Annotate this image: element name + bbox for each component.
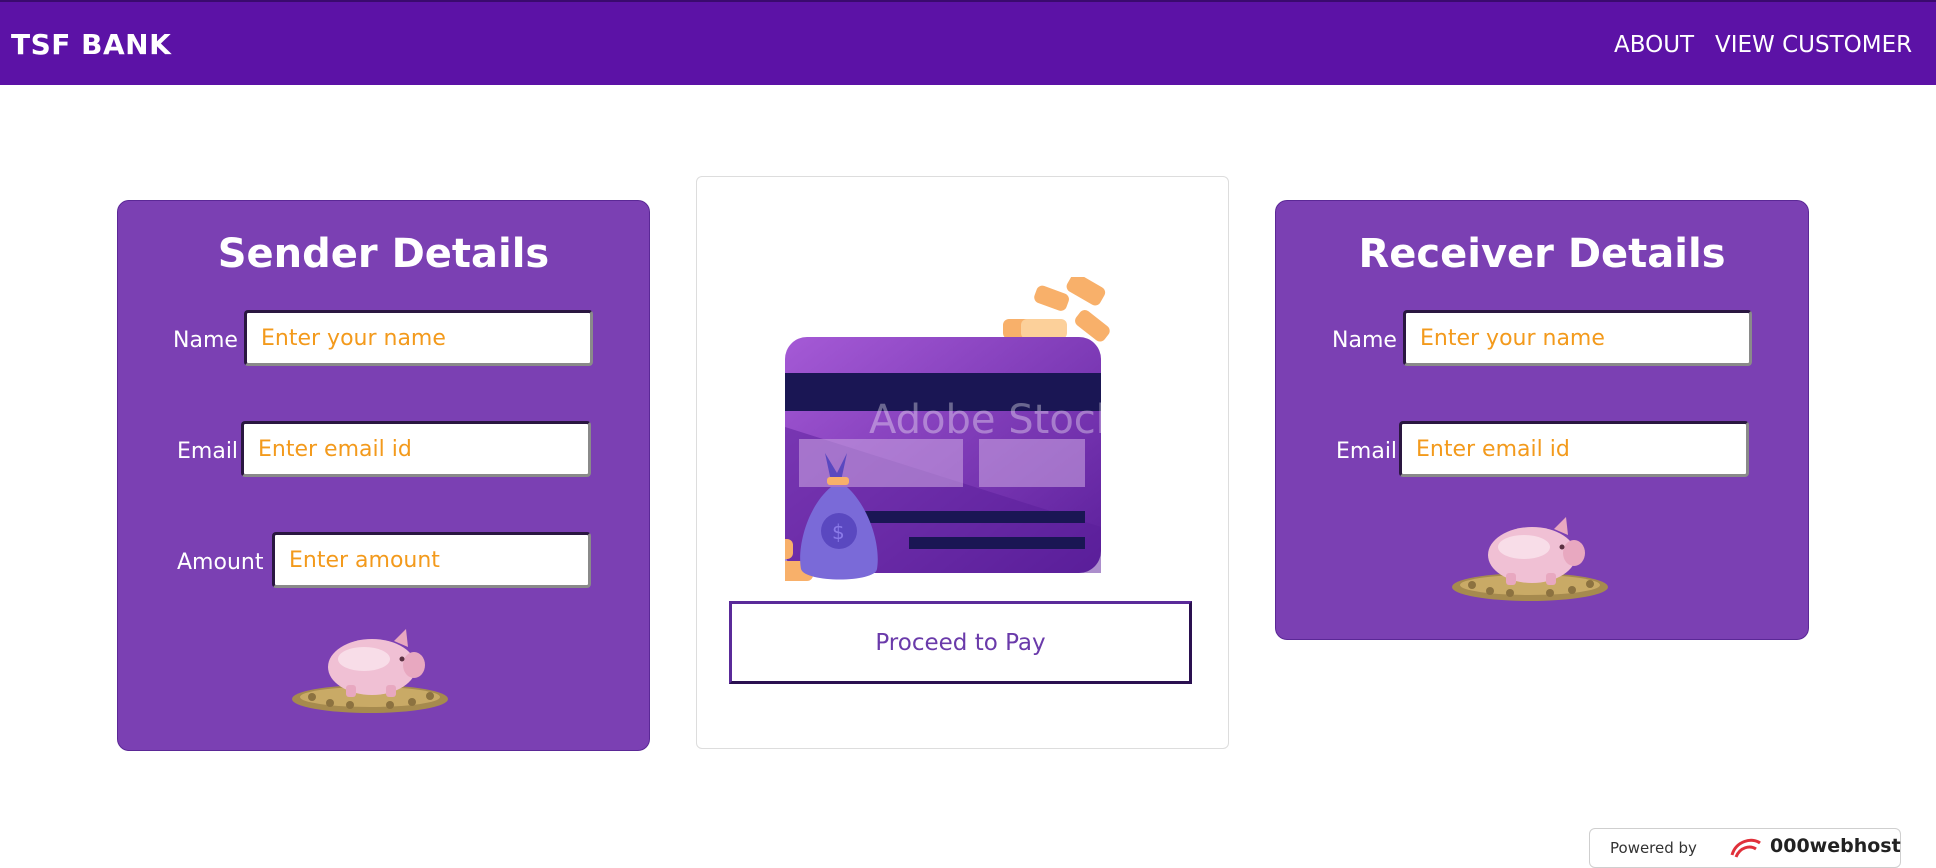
webhost-logo-icon xyxy=(1730,838,1761,858)
adobe-stock-watermark: Adobe Stock xyxy=(869,397,1120,443)
sender-name-input[interactable] xyxy=(244,310,593,366)
webhost-brand: 000webhost xyxy=(1770,835,1901,857)
proceed-to-pay-button[interactable]: Proceed to Pay xyxy=(729,601,1192,684)
receiver-card: Receiver Details Name Email xyxy=(1275,200,1809,640)
receiver-name-input[interactable] xyxy=(1403,310,1752,366)
coins-icon xyxy=(1003,277,1110,342)
receiver-email-label: Email xyxy=(1336,439,1398,464)
sender-title: Sender Details xyxy=(217,231,550,277)
piggy-bank-icon xyxy=(292,629,448,713)
payment-card: Adobe Stock $ Proceed to Pay xyxy=(696,176,1229,749)
receiver-email-input[interactable] xyxy=(1399,421,1749,477)
credit-card-icon: Adobe Stock $ xyxy=(785,277,1120,581)
sender-email-input[interactable] xyxy=(241,421,591,477)
sender-amount-input[interactable] xyxy=(272,532,591,588)
piggy-bank-icon xyxy=(1452,517,1608,601)
receiver-title: Receiver Details xyxy=(1358,231,1726,277)
sender-card: Sender Details Name Email Amount xyxy=(117,200,650,751)
powered-by-badge[interactable]: Powered by 000webhost xyxy=(1589,828,1901,868)
receiver-name-label: Name xyxy=(1332,328,1397,353)
navbar: TSF BANK ABOUT VIEW CUSTOMER xyxy=(0,0,1936,85)
nav-about-link[interactable]: ABOUT xyxy=(1614,32,1694,58)
brand-logo[interactable]: TSF BANK xyxy=(11,28,171,61)
powered-by-text: Powered by xyxy=(1610,839,1697,857)
sender-email-label: Email xyxy=(177,439,239,464)
nav-view-customer-link[interactable]: VIEW CUSTOMER xyxy=(1715,32,1912,58)
sender-amount-label: Amount xyxy=(177,550,264,575)
svg-text:$: $ xyxy=(832,520,845,544)
sender-name-label: Name xyxy=(173,328,238,353)
